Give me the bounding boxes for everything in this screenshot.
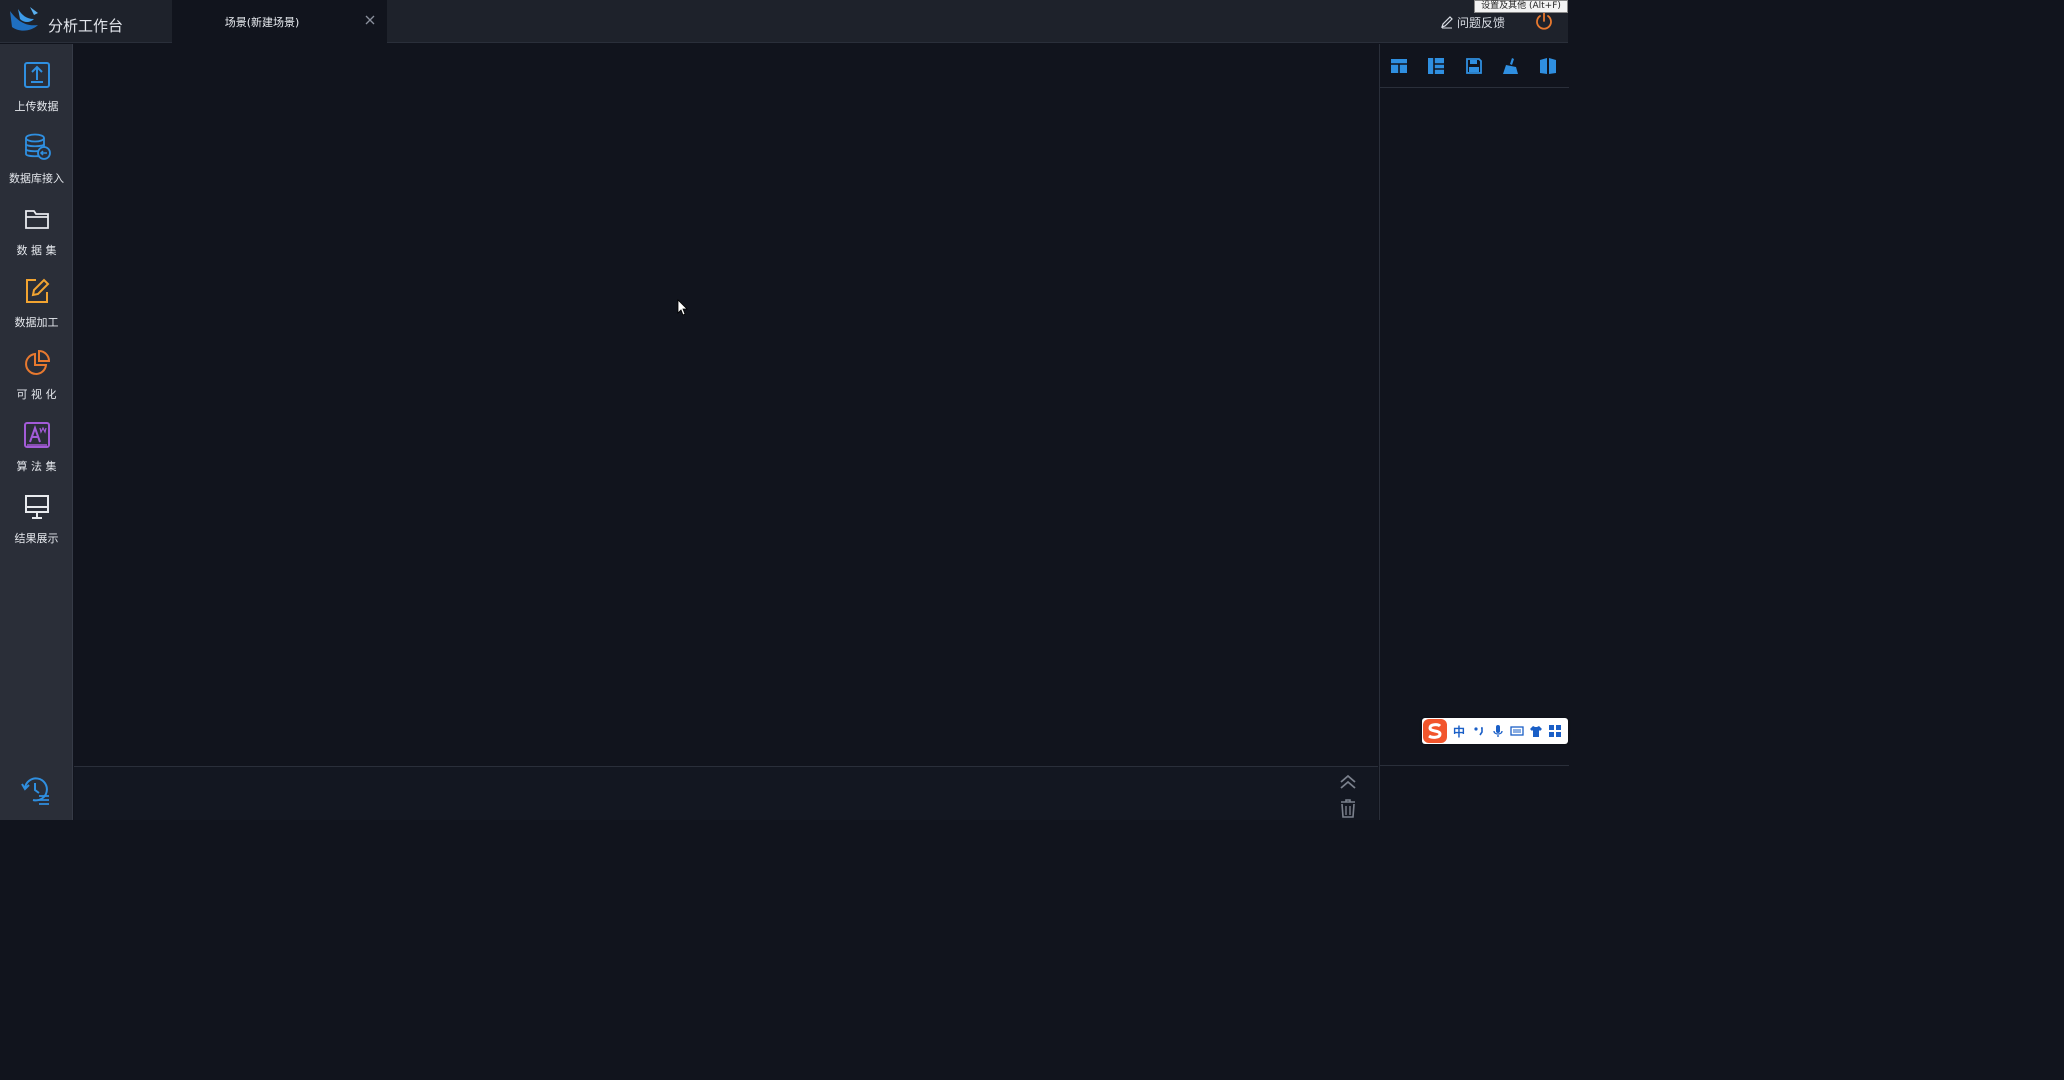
history-icon[interactable]	[19, 774, 53, 806]
scene-canvas[interactable]	[74, 44, 1378, 766]
sidebar: 上传数据 数据库接入 数 据 集 数据加工 可 视 化 算 法 集 结果展示	[0, 44, 73, 820]
save-icon[interactable]	[1464, 56, 1484, 76]
sogou-logo-icon	[1423, 719, 1447, 743]
edit-icon	[26, 278, 50, 303]
tab-label: 场景(新建场景)	[224, 16, 300, 29]
sidebar-item-visualization[interactable]: 可 视 化	[0, 338, 73, 404]
divider	[1380, 765, 1569, 766]
app-title: 分析工作台	[48, 17, 124, 35]
clear-brush-icon[interactable]	[1501, 56, 1521, 76]
monitor-icon	[25, 495, 49, 519]
sidebar-item-results[interactable]: 结果展示	[0, 482, 73, 548]
tab-close-button[interactable]	[363, 13, 377, 27]
sidebar-item-data-processing[interactable]: 数据加工	[0, 266, 73, 332]
sidebar-item-upload-data[interactable]: 上传数据	[0, 50, 73, 116]
mouse-cursor-icon	[677, 299, 688, 316]
sidebar-item-label: 数 据 集	[16, 244, 57, 257]
layout-top-icon[interactable]	[1389, 56, 1409, 76]
power-icon[interactable]	[1534, 11, 1554, 31]
algorithm-icon	[24, 422, 50, 448]
feedback-label: 问题反馈	[1457, 15, 1506, 30]
sidebar-item-dataset[interactable]: 数 据 集	[0, 194, 73, 260]
sidebar-item-label: 算 法 集	[16, 460, 57, 473]
trash-icon[interactable]	[1339, 798, 1357, 818]
sidebar-item-label: 可 视 化	[16, 388, 57, 401]
upload-icon	[24, 62, 50, 88]
tab-new-scene[interactable]: 场景(新建场景)	[172, 0, 387, 43]
right-toolbar	[1380, 44, 1569, 88]
sidebar-item-label: 结果展示	[14, 532, 59, 545]
sidebar-item-database-connect[interactable]: 数据库接入	[0, 122, 73, 188]
sidebar-item-label: 上传数据	[14, 100, 59, 113]
close-icon	[365, 15, 375, 25]
right-panel	[1379, 44, 1569, 820]
microphone-icon[interactable]	[1491, 724, 1505, 738]
grid-menu-icon[interactable]	[1548, 724, 1562, 738]
app-window: 分析工作台 场景(新建场景) 问题反馈 设置及其他 (Alt+F) 上传数据 数…	[0, 0, 1569, 820]
database-connect-icon	[25, 133, 51, 160]
top-bar: 分析工作台 场景(新建场景) 问题反馈 设置及其他 (Alt+F)	[0, 0, 1568, 43]
app-logo-icon	[10, 7, 38, 31]
feedback-button[interactable]: 问题反馈	[1440, 13, 1505, 31]
pie-chart-icon	[25, 349, 51, 375]
skin-shirt-icon[interactable]	[1529, 724, 1543, 738]
settings-tooltip: 设置及其他 (Alt+F)	[1474, 0, 1568, 13]
book-icon[interactable]	[1538, 56, 1558, 76]
punctuation-icon[interactable]	[1472, 724, 1486, 738]
pencil-icon	[1441, 16, 1453, 29]
sidebar-item-algorithms[interactable]: 算 法 集	[0, 410, 73, 476]
layout-left-icon[interactable]	[1426, 56, 1446, 76]
double-chevron-up-icon[interactable]	[1338, 772, 1358, 792]
sidebar-item-label: 数据加工	[14, 316, 59, 329]
keyboard-icon[interactable]	[1510, 724, 1524, 738]
ime-toolbar[interactable]: 中	[1422, 718, 1568, 744]
bottom-panel	[74, 766, 1378, 820]
sidebar-item-label: 数据库接入	[9, 172, 64, 185]
folder-icon	[25, 210, 49, 229]
ime-mode-label[interactable]: 中	[1453, 723, 1465, 740]
